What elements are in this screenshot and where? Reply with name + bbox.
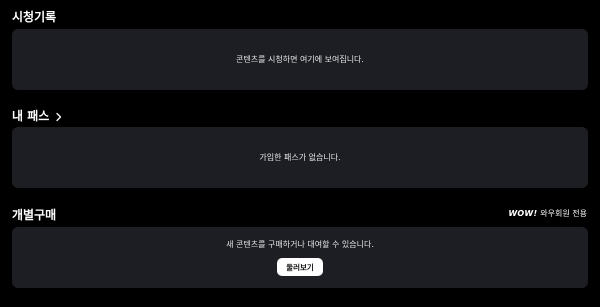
individual-purchase-card: 새 콘텐츠를 구매하거나 대여할 수 있습니다. 둘러보기 xyxy=(12,227,588,288)
my-pass-title-text[interactable]: 내 패스 xyxy=(12,107,49,124)
browse-button[interactable]: 둘러보기 xyxy=(277,258,323,276)
individual-purchase-empty-text: 새 콘텐츠를 구매하거나 대여할 수 있습니다. xyxy=(226,240,374,249)
watch-history-card: 콘텐츠를 시청하면 여기에 보여집니다. xyxy=(12,29,588,90)
watch-history-title: 시청기록 xyxy=(12,8,56,25)
wow-logo: WOW! xyxy=(508,209,538,218)
my-pass-empty-text: 가입한 패스가 없습니다. xyxy=(259,153,341,162)
wow-member-badge: WOW! 와우회원 전용 xyxy=(508,208,587,219)
chevron-right-icon[interactable] xyxy=(55,111,63,121)
my-pass-title[interactable]: 내 패스 xyxy=(12,107,63,124)
watch-history-title-text: 시청기록 xyxy=(12,10,57,24)
watch-history-empty-text: 콘텐츠를 시청하면 여기에 보여집니다. xyxy=(236,55,364,64)
my-pass-card: 가입한 패스가 없습니다. xyxy=(12,127,588,188)
purchase-history-page: 시청기록 콘텐츠를 시청하면 여기에 보여집니다. 내 패스 가입한 패스가 없… xyxy=(0,0,600,307)
individual-purchase-title-text: 개별구매 xyxy=(12,208,57,222)
individual-purchase-title: 개별구매 xyxy=(12,206,56,223)
wow-member-label: 와우회원 전용 xyxy=(540,209,587,218)
